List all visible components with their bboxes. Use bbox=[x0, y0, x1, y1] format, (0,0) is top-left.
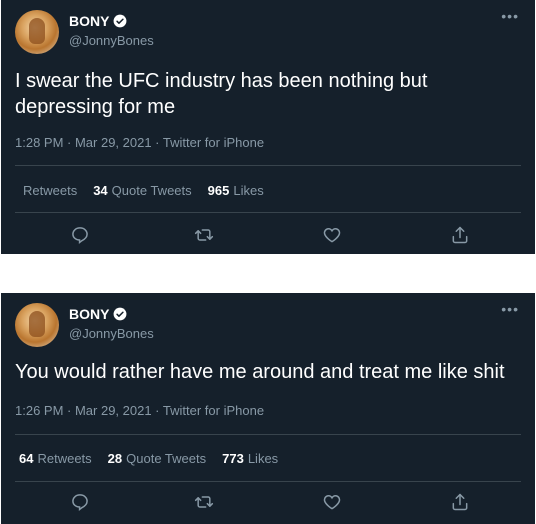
retweets-stat[interactable]: Retweets bbox=[19, 183, 77, 198]
tweet-meta[interactable]: 1:26 PM · Mar 29, 2021 · Twitter for iPh… bbox=[15, 403, 264, 418]
display-name[interactable]: BONY bbox=[69, 13, 127, 29]
display-name-text: BONY bbox=[69, 306, 110, 322]
quote-label: Quote Tweets bbox=[111, 183, 192, 198]
tweet-text: You would rather have me around and trea… bbox=[15, 361, 505, 383]
reply-icon[interactable] bbox=[69, 491, 91, 513]
like-icon[interactable] bbox=[321, 224, 343, 246]
display-name-text: BONY bbox=[69, 13, 110, 29]
quote-count: 34 bbox=[93, 183, 108, 198]
divider bbox=[15, 481, 521, 482]
share-icon[interactable] bbox=[449, 224, 471, 246]
tweet-stats: 64 Retweets 28 Quote Tweets 773 Likes bbox=[19, 451, 278, 466]
like-icon[interactable] bbox=[321, 491, 343, 513]
verified-icon bbox=[113, 307, 127, 321]
divider bbox=[15, 212, 521, 213]
more-icon[interactable]: ••• bbox=[501, 301, 519, 317]
retweets-label: Retweets bbox=[37, 451, 92, 466]
avatar[interactable] bbox=[15, 10, 59, 54]
likes-count: 965 bbox=[207, 183, 230, 198]
likes-stat[interactable]: 773 Likes bbox=[222, 451, 278, 466]
reply-icon[interactable] bbox=[69, 224, 91, 246]
verified-icon bbox=[113, 14, 127, 28]
tweet-card: BONY @JonnyBones ••• I swear the UFC ind… bbox=[1, 0, 535, 254]
more-icon[interactable]: ••• bbox=[501, 8, 519, 24]
quote-tweets-stat[interactable]: 28 Quote Tweets bbox=[108, 451, 206, 466]
retweet-icon[interactable] bbox=[193, 224, 215, 246]
retweets-count: 64 bbox=[19, 451, 34, 466]
share-icon[interactable] bbox=[449, 491, 471, 513]
handle[interactable]: @JonnyBones bbox=[69, 33, 154, 48]
display-name[interactable]: BONY bbox=[69, 306, 127, 322]
likes-label: Likes bbox=[247, 451, 279, 466]
tweet-stats: Retweets 34 Quote Tweets 965 Likes bbox=[19, 183, 264, 198]
retweets-stat[interactable]: 64 Retweets bbox=[19, 451, 92, 466]
quote-count: 28 bbox=[107, 451, 123, 466]
retweets-label: Retweets bbox=[23, 183, 78, 198]
tweet-card: BONY @JonnyBones ••• You would rather ha… bbox=[1, 293, 535, 524]
tweet-meta[interactable]: 1:28 PM · Mar 29, 2021 · Twitter for iPh… bbox=[15, 135, 264, 150]
quote-tweets-stat[interactable]: 34 Quote Tweets bbox=[93, 183, 191, 198]
likes-stat[interactable]: 965 Likes bbox=[208, 183, 264, 198]
likes-count: 773 bbox=[222, 451, 244, 466]
likes-label: Likes bbox=[233, 183, 264, 198]
handle[interactable]: @JonnyBones bbox=[69, 326, 154, 341]
avatar[interactable] bbox=[15, 303, 59, 347]
divider bbox=[15, 165, 521, 166]
tweet-text: I swear the UFC industry has been nothin… bbox=[15, 70, 428, 118]
divider bbox=[15, 434, 521, 435]
quote-label: Quote Tweets bbox=[126, 451, 207, 466]
retweet-icon[interactable] bbox=[193, 491, 215, 513]
